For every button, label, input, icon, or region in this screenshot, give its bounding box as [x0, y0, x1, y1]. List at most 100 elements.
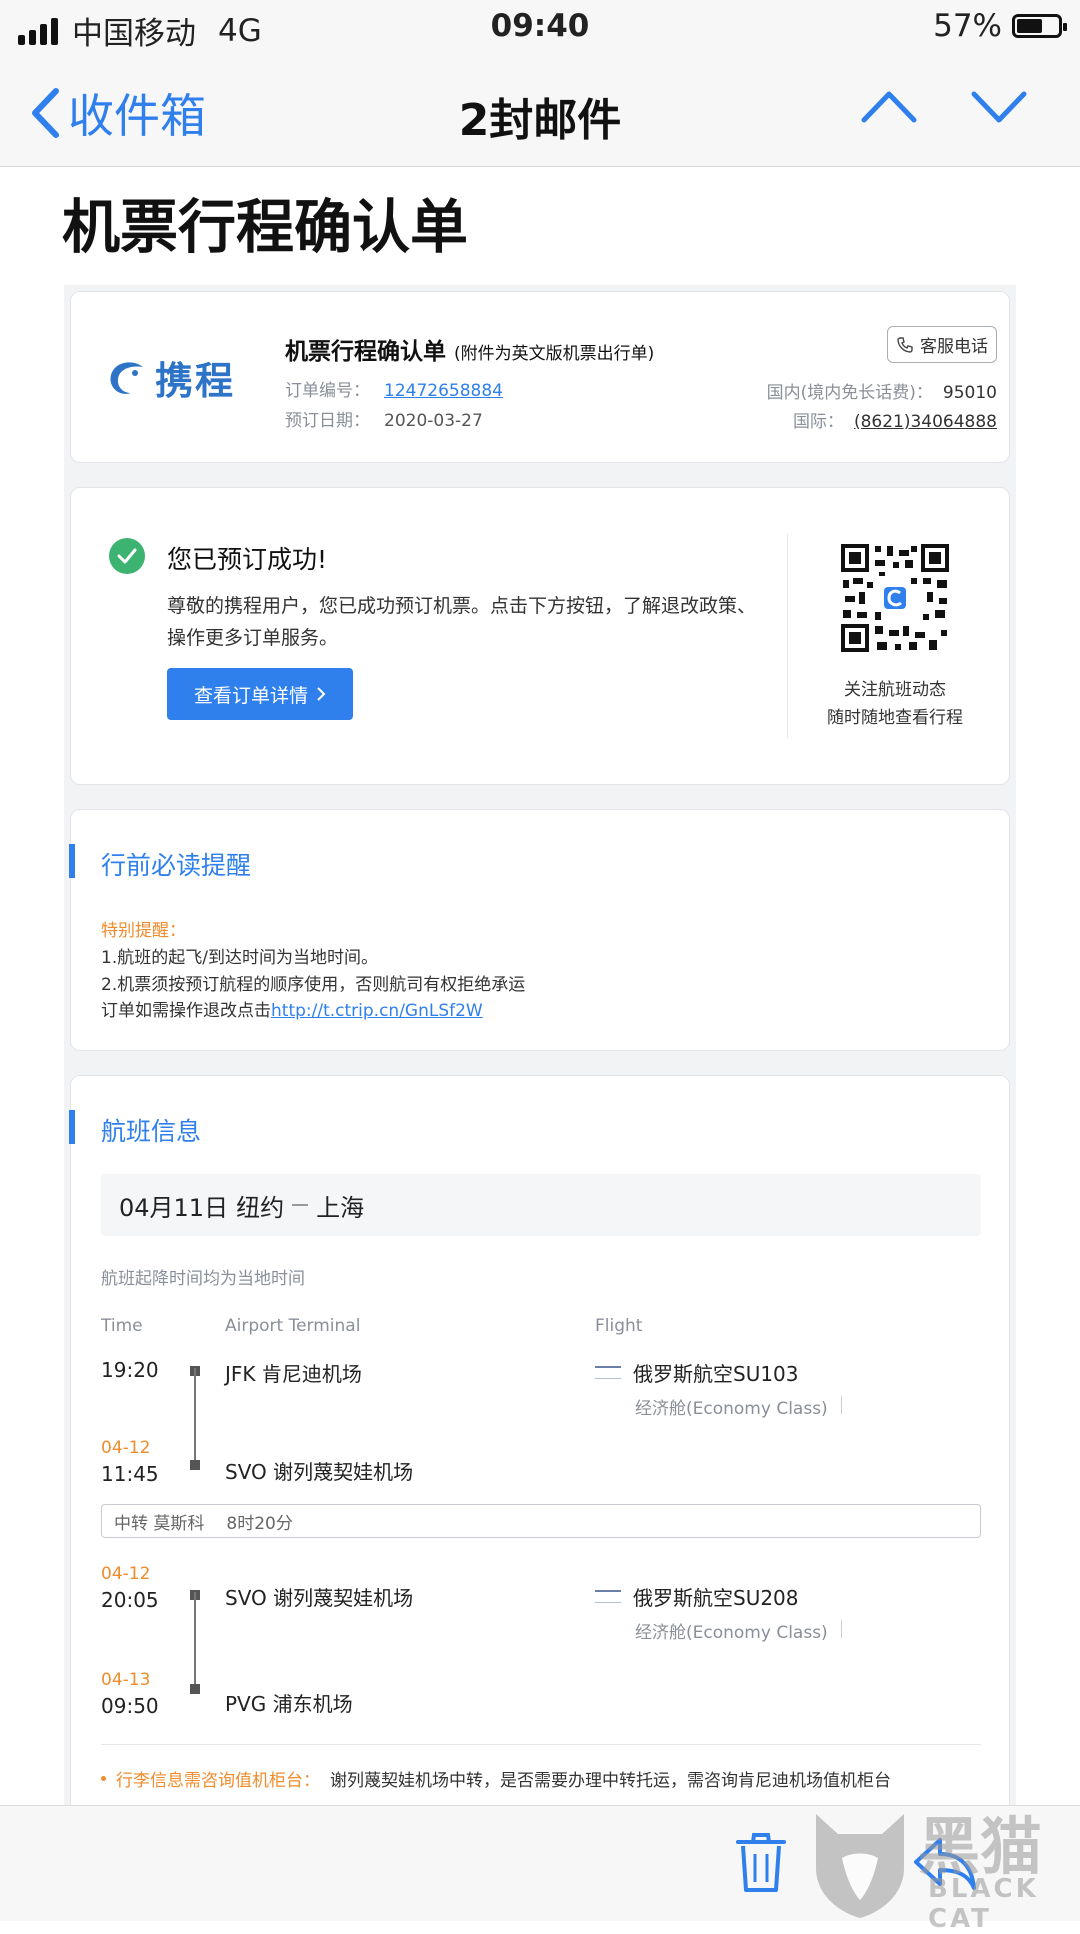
page-title: 机票行程确认单	[62, 193, 469, 261]
segment-1-departure-airport: JFK 肯尼迪机场	[225, 1362, 362, 1386]
route-header: 04月11日 纽约 上海	[101, 1174, 981, 1236]
qr-caption: 关注航班动态 随时随地查看行程	[795, 676, 995, 732]
timeline-node	[190, 1684, 200, 1694]
baggage-label: 行李信息需咨询值机柜台：	[116, 1771, 320, 1791]
warning-label: 特别提醒：	[101, 921, 186, 941]
reminder-title: 行前必读提醒	[101, 851, 252, 880]
bullet-icon	[101, 1776, 106, 1781]
segment-2-arrival-time: 09:50	[101, 1694, 159, 1718]
column-header-airport: Airport Terminal	[225, 1316, 361, 1336]
watermark-english: BLACK CAT	[928, 1874, 1039, 1934]
order-number-label: 订单编号：	[285, 381, 370, 401]
thread-title: 2封邮件	[458, 95, 622, 146]
order-date-row: 预订日期： 2020-03-27	[285, 406, 483, 431]
order-header-card: 携程 机票行程确认单 (附件为英文版机票出行单) 订单编号： 1247265888…	[70, 291, 1010, 463]
segment-1-arrival-time: 11:45	[101, 1462, 159, 1486]
segment-2-airline: 俄罗斯航空SU208	[595, 1582, 799, 1611]
status-right: 57%	[933, 8, 1067, 44]
timeline-line	[194, 1368, 196, 1464]
column-header-flight: Flight	[595, 1316, 643, 1336]
segment-2-flight-number: 俄罗斯航空SU208	[633, 1586, 799, 1610]
success-message: 尊敬的携程用户，您已成功预订机票。点击下方按钮，了解退改政策、操作更多订单服务。	[167, 595, 757, 649]
segment-2-arrival-airport: PVG 浦东机场	[225, 1692, 353, 1716]
route-to: 上海	[316, 1193, 365, 1222]
section-accent-bar	[69, 1110, 75, 1144]
ctrip-logo: 携程	[105, 350, 235, 405]
order-date-value: 2020-03-27	[384, 411, 483, 431]
order-number-row: 订单编号： 12472658884	[285, 376, 503, 401]
battery-level	[1017, 19, 1043, 33]
segment-2-departure-date: 04-12	[101, 1564, 151, 1584]
segment-1-arrival-airport: SVO 谢列蔑契娃机场	[225, 1460, 414, 1484]
intl-phone-label: 国际：	[792, 412, 844, 432]
segment-1-cabin-class: 经济舱(Economy Class)	[635, 1399, 828, 1419]
black-cat-watermark: 黑猫 BLACK CAT	[808, 1790, 1080, 1934]
view-order-details-button[interactable]: 查看订单详情	[167, 668, 353, 720]
status-bar: 中国移动 4G 09:40 57%	[0, 0, 1080, 56]
segment-2-departure-time: 20:05	[101, 1588, 159, 1612]
customer-service-label: 客服电话	[920, 337, 988, 357]
qr-caption-line-2: 随时随地查看行程	[827, 708, 963, 728]
aeroflot-logo-icon	[595, 1590, 621, 1603]
booking-success-card: 您已预订成功! 尊敬的携程用户，您已成功预订机票。点击下方按钮，了解退改政策、操…	[70, 487, 1010, 785]
divider	[101, 1744, 981, 1745]
card-title: 机票行程确认单 (附件为英文版机票出行单)	[285, 332, 654, 366]
next-mail-button[interactable]	[970, 86, 1028, 130]
phone-icon	[897, 336, 913, 353]
transfer-duration: 8时20分	[226, 1513, 293, 1534]
battery-icon	[1012, 14, 1067, 38]
reminder-line-2: 2.机票须按预订航程的顺序使用，否则航司有权拒绝承运	[101, 975, 526, 995]
divider	[841, 1620, 842, 1638]
segment-2-arrival-date: 04-13	[101, 1670, 151, 1690]
divider	[841, 1396, 842, 1414]
chevron-down-icon	[971, 91, 1027, 123]
watermark-chinese: 黑猫	[918, 1810, 1043, 1883]
reminder-line-3: 订单如需操作退改点击http://t.ctrip.cn/GnLSf2W	[101, 996, 483, 1021]
status-time: 09:40	[490, 8, 590, 44]
route-date: 04月11日	[119, 1193, 229, 1222]
qr-code-image[interactable]	[839, 542, 951, 654]
customer-service-button[interactable]: 客服电话	[887, 326, 997, 363]
email-body: 携程 机票行程确认单 (附件为英文版机票出行单) 订单编号： 1247265888…	[64, 285, 1016, 1815]
timeline-node	[190, 1460, 200, 1470]
order-number-link[interactable]: 12472658884	[384, 381, 503, 401]
mail-nav-bar: 收件箱 2封邮件	[0, 56, 1080, 167]
card-title-text: 机票行程确认单	[285, 339, 446, 365]
baggage-info: 行李信息需咨询值机柜台： 谢列蔑契娃机场中转，是否需要办理中转托运，需咨询肯尼迪…	[101, 1766, 891, 1791]
transfer-city: 中转 莫斯科	[114, 1513, 205, 1534]
segment-1-arrival-date: 04-12	[101, 1438, 151, 1458]
segment-1-flight-number: 俄罗斯航空SU103	[633, 1362, 799, 1386]
route-dash	[292, 1204, 309, 1206]
transfer-info: 中转 莫斯科 8时20分	[101, 1504, 981, 1538]
dolphin-icon	[110, 361, 143, 394]
segment-1-airline: 俄罗斯航空SU103	[595, 1358, 799, 1387]
refund-prefix: 订单如需操作退改点击	[101, 1001, 271, 1021]
intl-phone-row: 国际： (8621)34064888	[793, 407, 997, 432]
travel-reminder-card: 行前必读提醒 特别提醒： 1.航班的起飞/到达时间为当地时间。 2.机票须按预订…	[69, 809, 1010, 1051]
view-order-details-label: 查看订单详情	[193, 684, 308, 707]
qr-caption-line-1: 关注航班动态	[844, 680, 946, 700]
refund-link[interactable]: http://t.ctrip.cn/GnLSf2W	[271, 1001, 483, 1021]
order-date-label: 预订日期：	[285, 411, 370, 431]
aeroflot-logo-icon	[595, 1366, 621, 1379]
local-time-note: 航班起降时间均为当地时间	[101, 1269, 305, 1289]
flight-info-title: 航班信息	[101, 1117, 202, 1146]
intl-phone-link[interactable]: (8621)34064888	[854, 412, 997, 432]
battery-percent: 57%	[933, 8, 1002, 44]
segment-2-cabin-class: 经济舱(Economy Class)	[635, 1623, 828, 1643]
reminder-line-1: 1.航班的起飞/到达时间为当地时间。	[101, 948, 378, 968]
logo-text: 携程	[155, 359, 236, 403]
delete-button[interactable]	[736, 1832, 786, 1898]
domestic-phone-row: 国内(境内免长话费)： 95010	[767, 378, 997, 403]
card-title-note: (附件为英文版机票出行单)	[454, 344, 655, 364]
success-heading: 您已预订成功!	[167, 545, 328, 574]
chevron-right-icon	[317, 687, 326, 701]
previous-mail-button[interactable]	[860, 86, 918, 130]
segment-2-departure-airport: SVO 谢列蔑契娃机场	[225, 1586, 414, 1610]
divider	[787, 534, 788, 738]
chevron-up-icon	[861, 91, 917, 123]
section-accent-bar	[69, 844, 75, 878]
flight-info-card: 航班信息 04月11日 纽约 上海 航班起降时间均为当地时间 Time Airp…	[69, 1075, 1010, 1815]
route-from: 纽约	[236, 1193, 285, 1222]
baggage-text: 谢列蔑契娃机场中转，是否需要办理中转托运，需咨询肯尼迪机场值机柜台	[330, 1771, 891, 1791]
